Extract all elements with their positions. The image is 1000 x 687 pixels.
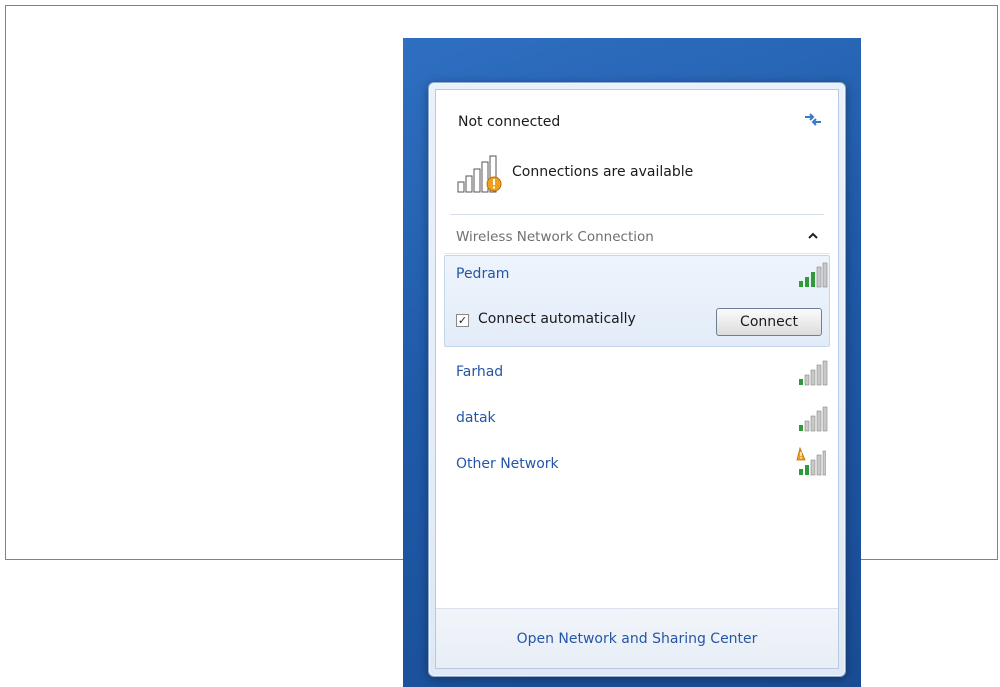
network-panel: Not connected Connections are available … xyxy=(435,89,839,669)
wifi-signal-icon xyxy=(799,360,828,386)
network-name-other-network[interactable]: Other Network xyxy=(456,456,559,472)
refresh-arrows-icon[interactable] xyxy=(802,110,824,128)
wifi-signal-icon xyxy=(799,262,828,288)
open-network-sharing-center-link[interactable]: Open Network and Sharing Center xyxy=(436,631,838,647)
divider xyxy=(450,214,824,215)
section-title: Wireless Network Connection xyxy=(456,229,654,245)
connections-available-text: Connections are available xyxy=(512,164,694,180)
wifi-signal-unsecured-icon xyxy=(796,446,826,476)
network-name-farhad[interactable]: Farhad xyxy=(456,364,503,380)
network-signal-warning-icon xyxy=(457,155,502,193)
network-flyout: Not connected Connections are available … xyxy=(428,82,846,677)
connect-automatically-checkbox[interactable]: ✓ xyxy=(456,314,469,327)
wifi-signal-icon xyxy=(799,406,828,432)
network-name-pedram[interactable]: Pedram xyxy=(456,266,509,282)
flyout-footer: Open Network and Sharing Center xyxy=(436,609,838,668)
connect-button[interactable]: Connect xyxy=(716,308,822,336)
divider xyxy=(444,253,830,254)
chevron-up-icon[interactable] xyxy=(806,230,820,242)
connect-automatically-label[interactable]: Connect automatically xyxy=(478,311,636,327)
connection-status-title: Not connected xyxy=(458,114,561,130)
network-name-datak[interactable]: datak xyxy=(456,410,496,426)
